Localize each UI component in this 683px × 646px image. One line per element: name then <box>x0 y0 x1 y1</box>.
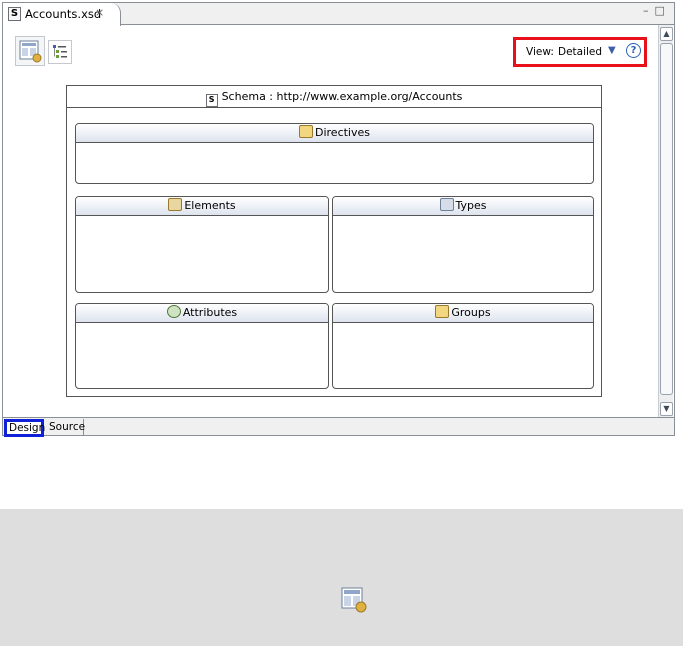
tab-source[interactable]: Source <box>46 419 85 435</box>
elements-panel[interactable]: Elements <box>75 196 329 293</box>
folder-icon <box>299 125 313 138</box>
chevron-down-icon[interactable]: ▼ <box>608 45 616 56</box>
types-panel[interactable]: Types <box>332 196 594 293</box>
types-header: Types <box>333 197 593 216</box>
group-folder-icon <box>435 305 450 318</box>
design-view-icon-large <box>340 586 368 614</box>
outline-view-icon[interactable] <box>48 40 72 64</box>
type-icon <box>439 198 454 211</box>
scroll-thumb[interactable] <box>660 43 673 395</box>
tab-accounts-xsd[interactable]: S Accounts.xsd ⨯ <box>3 3 121 26</box>
attribute-icon <box>166 305 181 318</box>
groups-header: Groups <box>333 304 593 323</box>
attributes-label: Attributes <box>182 306 238 319</box>
lower-panel <box>0 509 683 646</box>
element-icon <box>168 198 183 211</box>
directives-panel[interactable]: Directives <box>75 123 594 184</box>
xsd-editor: S Accounts.xsd ⨯ –□ View: Detailed ▼ ? S… <box>2 2 675 437</box>
elements-header: Elements <box>76 197 328 216</box>
help-icon[interactable]: ? <box>626 43 641 58</box>
attributes-header: Attributes <box>76 304 328 323</box>
view-selector: View: Detailed ▼ ? <box>513 37 647 67</box>
tab-label: Accounts.xsd <box>25 7 102 21</box>
tab-design[interactable]: Design <box>4 419 45 437</box>
scroll-down-button[interactable]: ▼ <box>660 402 673 416</box>
schema-title: S Schema : http://www.example.org/Account… <box>67 86 601 108</box>
vertical-scrollbar[interactable]: ▲ ▼ <box>658 25 673 419</box>
directives-label: Directives <box>315 126 370 139</box>
schema-file-icon: S <box>8 7 21 21</box>
editor-page-tabs: Design Source <box>3 417 674 437</box>
schema-diagram: S Schema : http://www.example.org/Account… <box>66 85 602 397</box>
scroll-up-button[interactable]: ▲ <box>660 27 673 41</box>
schema-icon: S <box>205 94 218 107</box>
close-icon[interactable]: ⨯ <box>95 6 104 19</box>
view-dropdown[interactable]: Detailed <box>558 46 602 58</box>
window-controls[interactable]: –□ <box>643 4 671 17</box>
view-label: View: <box>526 46 554 58</box>
attributes-panel[interactable]: Attributes <box>75 303 329 389</box>
groups-label: Groups <box>451 306 491 319</box>
design-view-icon[interactable] <box>15 36 45 66</box>
editor-tab-strip: S Accounts.xsd ⨯ –□ <box>3 3 674 26</box>
elements-label: Elements <box>184 199 236 212</box>
types-label: Types <box>455 199 487 212</box>
directives-header: Directives <box>76 124 593 143</box>
schema-title-text: Schema : http://www.example.org/Accounts <box>221 90 463 103</box>
groups-panel[interactable]: Groups <box>332 303 594 389</box>
